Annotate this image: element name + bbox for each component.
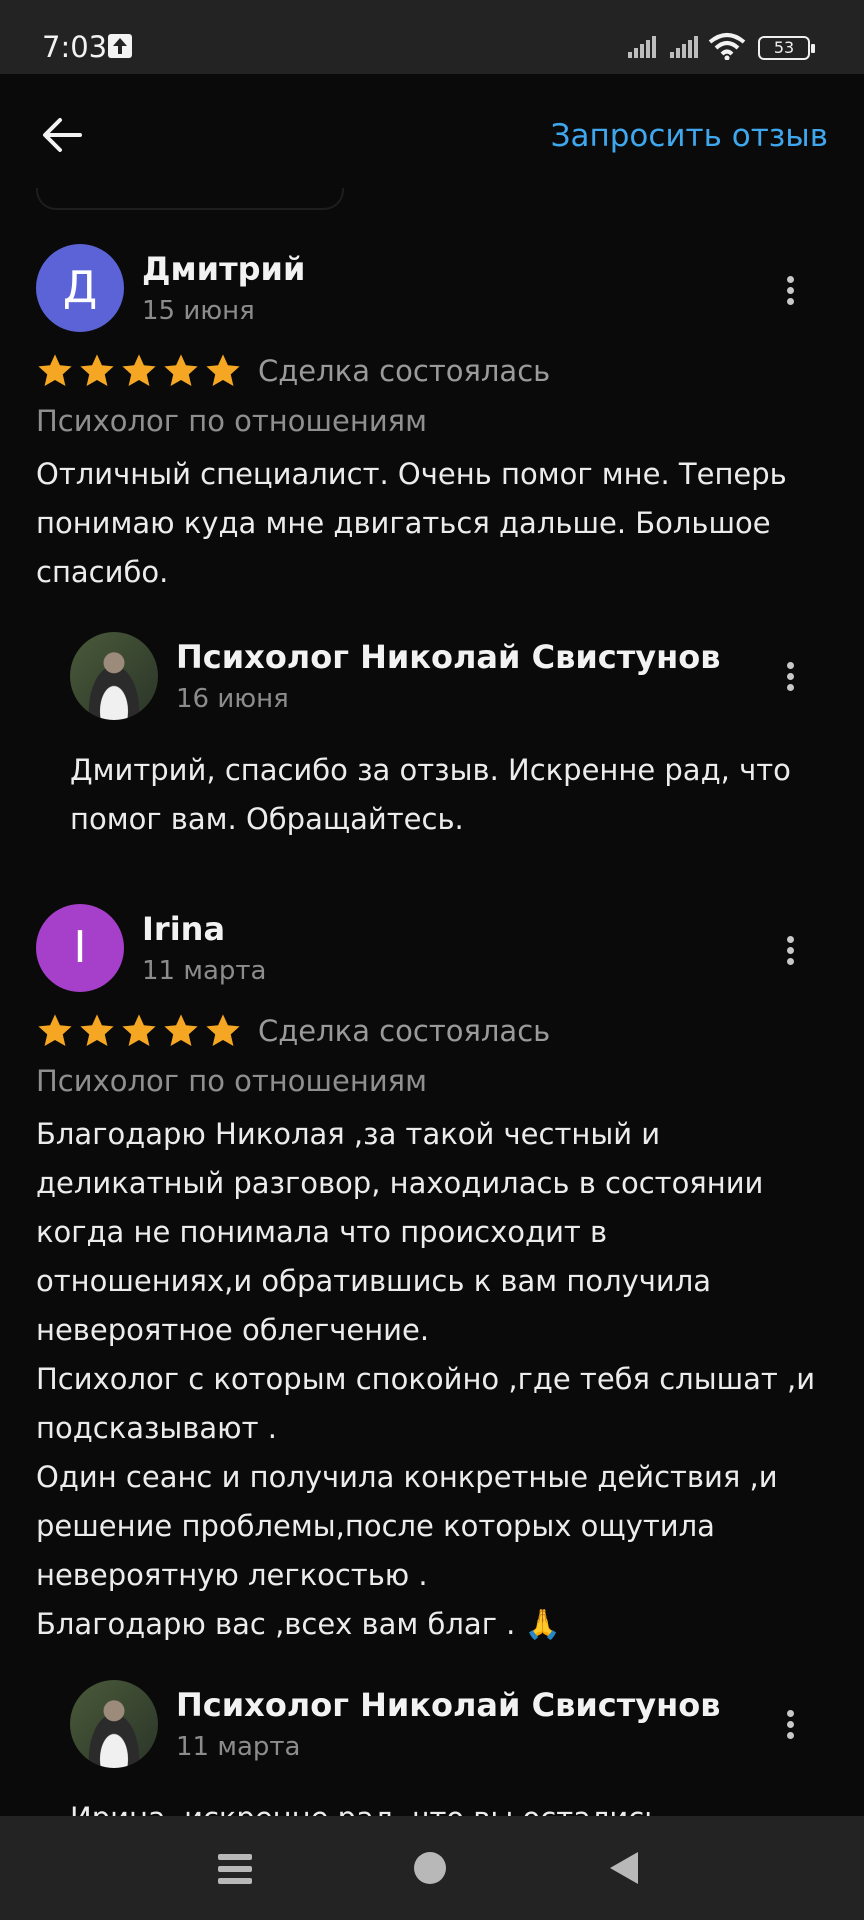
recent-apps-icon[interactable] bbox=[218, 1854, 252, 1884]
signal-1-icon bbox=[628, 36, 658, 58]
signal-2-icon bbox=[670, 36, 700, 58]
star-icon bbox=[206, 1014, 240, 1047]
deal-status: Сделка состоялась bbox=[258, 1014, 551, 1048]
reply-author-name: Психолог Николай Свистунов bbox=[176, 638, 721, 676]
reply-text: Дмитрий, спасибо за отзыв. Искренне рад,… bbox=[70, 753, 791, 836]
review-date: 11 марта bbox=[142, 956, 267, 986]
more-options-icon[interactable] bbox=[780, 272, 800, 312]
star-icon bbox=[80, 1014, 114, 1047]
status-bar: 7:03 53 bbox=[0, 0, 864, 74]
service-category: Психолог по отношениям bbox=[36, 1064, 428, 1098]
reply-avatar bbox=[70, 632, 158, 720]
service-category: Психолог по отношениям bbox=[36, 404, 428, 438]
star-icon bbox=[122, 354, 156, 387]
avatar: I bbox=[36, 904, 124, 992]
review-date: 15 июня bbox=[142, 296, 255, 326]
reply-date: 11 марта bbox=[176, 1732, 301, 1762]
status-time: 7:03 bbox=[42, 30, 108, 64]
star-icon bbox=[206, 354, 240, 387]
more-options-icon[interactable] bbox=[780, 932, 800, 972]
rating-stars bbox=[36, 352, 242, 390]
rating-stars bbox=[36, 1012, 242, 1050]
star-icon bbox=[164, 1014, 198, 1047]
reply-avatar bbox=[70, 1680, 158, 1768]
scroll-edge-divider bbox=[36, 188, 344, 210]
deal-status: Сделка состоялась bbox=[258, 354, 551, 388]
reply-date: 16 июня bbox=[176, 684, 289, 714]
battery-icon: 53 bbox=[758, 36, 815, 60]
reply-more-options-icon[interactable] bbox=[780, 1706, 800, 1746]
request-review-button[interactable]: Запросить отзыв bbox=[551, 118, 828, 154]
system-navigation-bar bbox=[0, 1816, 864, 1920]
star-icon bbox=[38, 354, 72, 387]
wifi-icon bbox=[708, 33, 746, 60]
review-text: Отличный специалист. Очень помог мне. Те… bbox=[36, 457, 787, 589]
reply-author-name: Психолог Николай Свистунов bbox=[176, 1686, 721, 1724]
review-author-name: Irina bbox=[142, 910, 226, 948]
star-icon bbox=[38, 1014, 72, 1047]
star-icon bbox=[164, 354, 198, 387]
star-icon bbox=[122, 1014, 156, 1047]
top-app-bar: Запросить отзыв bbox=[0, 74, 864, 198]
avatar: Д bbox=[36, 244, 124, 332]
review-text: Благодарю Николая ,за такой честный и де… bbox=[36, 1117, 816, 1641]
star-icon bbox=[80, 354, 114, 387]
review-author-name: Дмитрий bbox=[142, 250, 306, 288]
nav-back-icon[interactable] bbox=[610, 1852, 638, 1884]
back-arrow-icon[interactable] bbox=[40, 112, 86, 158]
home-icon[interactable] bbox=[414, 1852, 446, 1884]
reply-more-options-icon[interactable] bbox=[780, 658, 800, 698]
upload-notification-icon bbox=[108, 34, 132, 58]
